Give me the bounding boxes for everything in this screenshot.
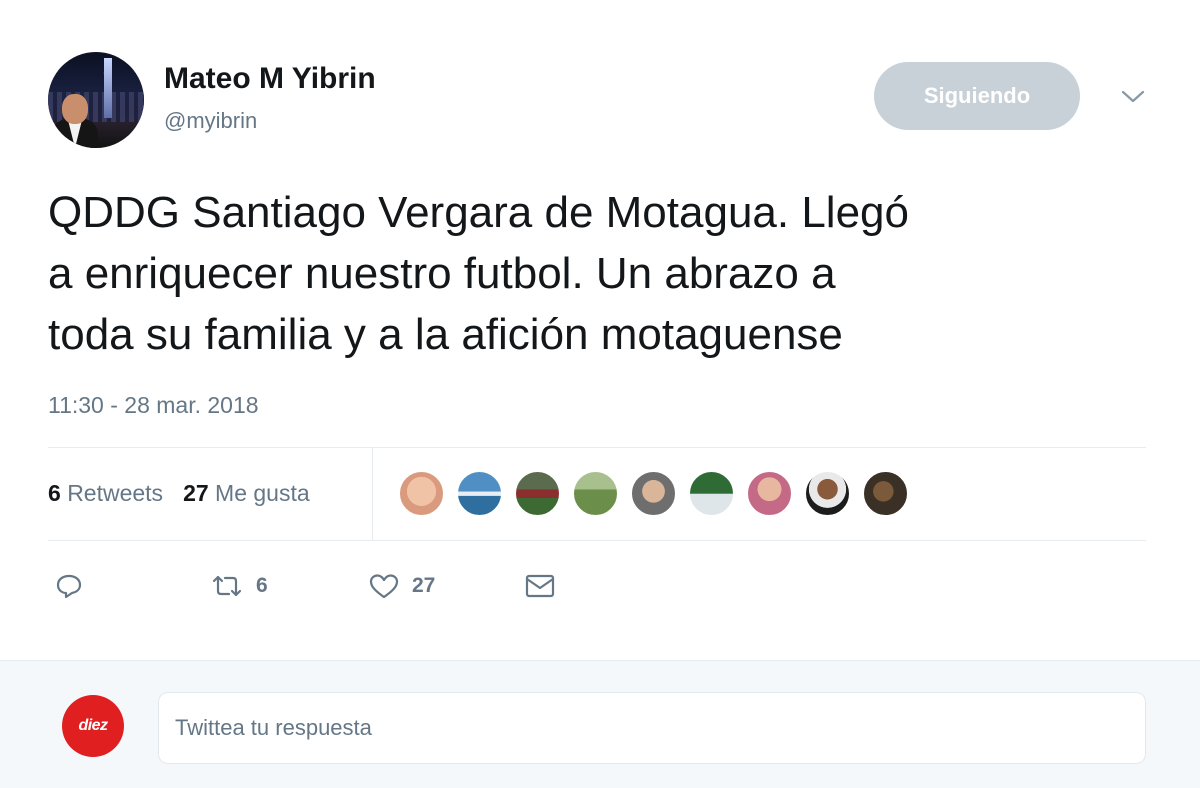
likers-avatars [398, 470, 909, 517]
likes-count: 27 [183, 480, 209, 506]
author-handle[interactable]: @myibrin [164, 108, 257, 134]
retweet-action[interactable]: 6 [210, 562, 268, 610]
reply-action[interactable] [54, 562, 84, 610]
retweet-icon [210, 572, 244, 600]
direct-message-action[interactable] [524, 562, 556, 610]
liker-avatar[interactable] [456, 470, 503, 517]
user-avatar[interactable]: diez [62, 695, 124, 757]
retweet-count: 6 [256, 574, 268, 597]
liker-avatar[interactable] [630, 470, 677, 517]
reply-input[interactable] [158, 692, 1146, 764]
retweets-stat[interactable]: 6 Retweets [48, 480, 163, 507]
tweet-text-line: a enriquecer nuestro futbol. Un abrazo a [48, 249, 836, 298]
like-action[interactable]: 27 [368, 562, 435, 610]
tweet-timestamp[interactable]: 11:30 - 28 mar. 2018 [48, 392, 259, 419]
tweet-text: QDDG Santiago Vergara de Motagua. Llegó … [48, 182, 1158, 365]
reply-icon [54, 572, 84, 600]
liker-avatar[interactable] [804, 470, 851, 517]
liker-avatar[interactable] [398, 470, 445, 517]
like-count: 27 [412, 574, 436, 597]
tweet-card: Mateo M Yibrin @myibrin Siguiendo QDDG S… [0, 0, 1200, 660]
tweet-text-line: toda su familia y a la afición motaguens… [48, 310, 843, 359]
liker-avatar[interactable] [514, 470, 561, 517]
retweets-label: Retweets [67, 480, 164, 506]
heart-icon [368, 572, 400, 600]
chevron-down-icon[interactable] [1118, 84, 1148, 108]
tweet-stats: 6 Retweets 27 Me gusta [48, 480, 310, 507]
author-name[interactable]: Mateo M Yibrin [164, 62, 376, 96]
divider [48, 540, 1146, 541]
liker-avatar[interactable] [572, 470, 619, 517]
author-avatar[interactable] [48, 52, 144, 148]
following-button[interactable]: Siguiendo [874, 62, 1080, 130]
retweets-count: 6 [48, 480, 61, 506]
divider [372, 448, 373, 540]
tweet-text-line: QDDG Santiago Vergara de Motagua. Llegó [48, 188, 909, 237]
divider [48, 447, 1146, 448]
liker-avatar[interactable] [746, 470, 793, 517]
likes-stat[interactable]: 27 Me gusta [183, 480, 310, 507]
envelope-icon [524, 572, 556, 600]
liker-avatar[interactable] [862, 470, 909, 517]
liker-avatar[interactable] [688, 470, 735, 517]
likes-label: Me gusta [215, 480, 310, 506]
